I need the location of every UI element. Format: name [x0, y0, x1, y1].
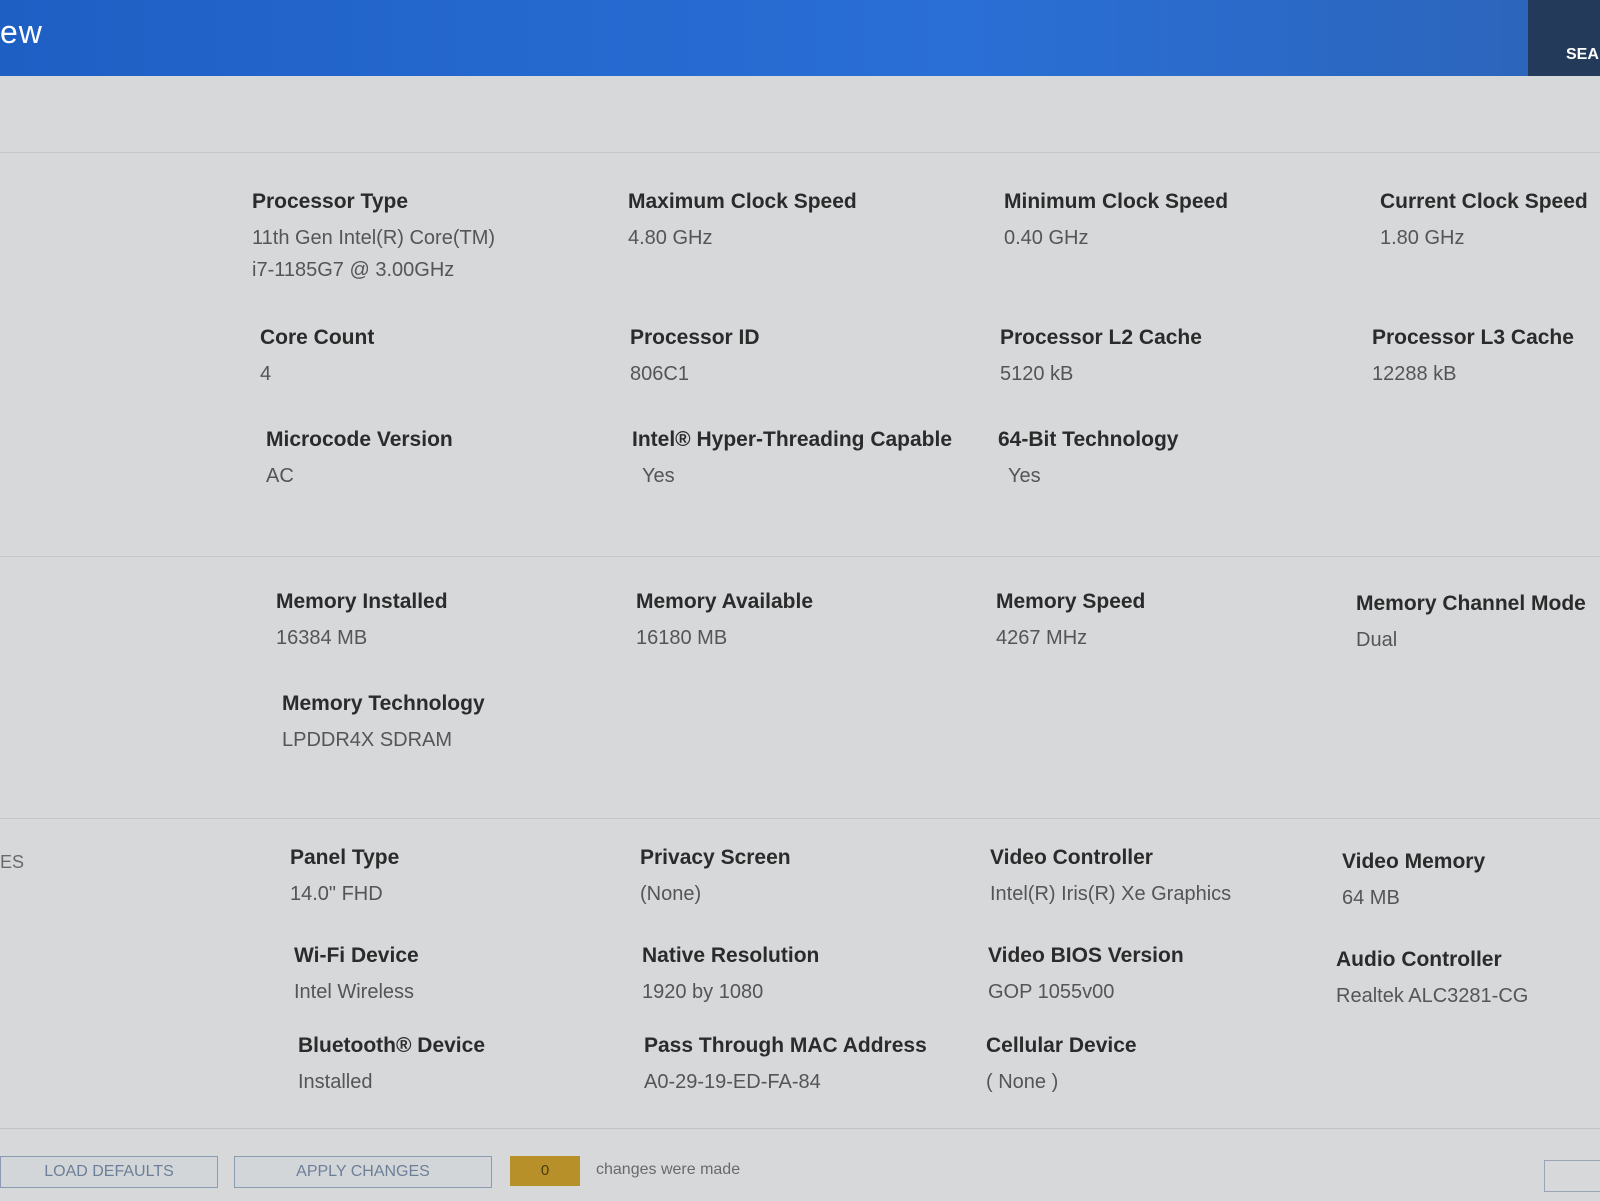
- processor-type-line2: i7-1185G7 @ 3.00GHz: [252, 259, 455, 281]
- l3-cache-value: 12288 kB: [1372, 363, 1457, 385]
- 64bit-label: 64-Bit Technology: [998, 428, 1179, 451]
- video-bios-label: Video BIOS Version: [988, 944, 1184, 967]
- memory-speed-label: Memory Speed: [996, 590, 1146, 613]
- privacy-screen: Privacy Screen (None): [640, 846, 791, 910]
- core-count-value: 4: [260, 363, 272, 385]
- processor-id: Processor ID 806C1: [630, 326, 760, 390]
- display-section-label: ES: [0, 852, 25, 872]
- hyper-threading-label: Intel® Hyper-Threading Capable: [632, 428, 953, 451]
- cur-clock-label: Current Clock Speed: [1380, 190, 1588, 213]
- apply-changes-button[interactable]: APPLY CHANGES: [234, 1156, 492, 1188]
- l2-cache-label: Processor L2 Cache: [1000, 326, 1202, 349]
- video-memory-label: Video Memory: [1342, 850, 1486, 873]
- video-bios-version: Video BIOS Version GOP 1055v00: [988, 944, 1184, 1008]
- native-resolution-value: 1920 by 1080: [642, 981, 764, 1003]
- processor-id-value: 806C1: [630, 363, 689, 385]
- memory-speed: Memory Speed 4267 MHz: [996, 590, 1145, 654]
- pass-through-mac-label: Pass Through MAC Address: [644, 1034, 927, 1057]
- max-clock-value: 4.80 GHz: [628, 227, 713, 249]
- native-resolution: Native Resolution 1920 by 1080: [642, 944, 819, 1008]
- memory-technology-value: LPDDR4X SDRAM: [282, 729, 453, 751]
- wifi-device-label: Wi-Fi Device: [294, 944, 419, 967]
- footer-action-button[interactable]: [1544, 1160, 1600, 1192]
- audio-controller: Audio Controller Realtek ALC3281-CG: [1336, 948, 1528, 1012]
- privacy-screen-value: (None): [640, 883, 702, 905]
- panel-type-label: Panel Type: [290, 846, 400, 869]
- wifi-device-value: Intel Wireless: [294, 981, 415, 1003]
- min-clock-label: Minimum Clock Speed: [1004, 190, 1229, 213]
- processor-id-label: Processor ID: [630, 326, 760, 349]
- bluetooth-device-label: Bluetooth® Device: [298, 1034, 486, 1057]
- core-count-label: Core Count: [260, 326, 375, 349]
- video-controller-value: Intel(R) Iris(R) Xe Graphics: [990, 883, 1232, 905]
- wifi-device: Wi-Fi Device Intel Wireless: [294, 944, 419, 1008]
- changes-status-text: changes were made: [596, 1161, 741, 1178]
- cur-clock-value: 1.80 GHz: [1380, 227, 1465, 249]
- video-controller: Video Controller Intel(R) Iris(R) Xe Gra…: [990, 846, 1231, 910]
- l3-cache: Processor L3 Cache 12288 kB: [1372, 326, 1574, 390]
- hyper-threading-value: Yes: [642, 465, 675, 487]
- max-clock-label: Maximum Clock Speed: [628, 190, 857, 213]
- current-clock-speed: Current Clock Speed 1.80 GHz: [1380, 190, 1588, 254]
- cellular-device-value: ( None ): [986, 1071, 1059, 1093]
- pass-through-mac: Pass Through MAC Address A0-29-19-ED-FA-…: [644, 1034, 927, 1098]
- audio-controller-value: Realtek ALC3281-CG: [1336, 985, 1529, 1007]
- change-count-badge: 0: [510, 1156, 580, 1186]
- memory-technology: Memory Technology LPDDR4X SDRAM: [282, 692, 485, 756]
- max-clock-speed: Maximum Clock Speed 4.80 GHz: [628, 190, 857, 254]
- cellular-device: Cellular Device ( None ): [986, 1034, 1137, 1098]
- pass-through-mac-value: A0-29-19-ED-FA-84: [644, 1071, 821, 1093]
- audio-controller-label: Audio Controller: [1336, 948, 1502, 971]
- native-resolution-label: Native Resolution: [642, 944, 820, 967]
- search-button[interactable]: SEA: [1528, 0, 1600, 76]
- 64bit-technology: 64-Bit Technology Yes: [998, 428, 1178, 492]
- search-label: SEA: [1566, 46, 1599, 63]
- bluetooth-device: Bluetooth® Device Installed: [298, 1034, 485, 1098]
- header-bar: ew SEA: [0, 0, 1600, 76]
- cellular-device-label: Cellular Device: [986, 1034, 1137, 1057]
- processor-type-value: 11th Gen Intel(R) Core(TM) i7-1185G7 @ 3…: [252, 222, 495, 286]
- l2-cache-value: 5120 kB: [1000, 363, 1074, 385]
- memory-channel-label: Memory Channel Mode: [1356, 592, 1586, 615]
- 64bit-value: Yes: [1008, 465, 1041, 487]
- memory-technology-label: Memory Technology: [282, 692, 485, 715]
- memory-speed-value: 4267 MHz: [996, 627, 1088, 649]
- memory-installed-label: Memory Installed: [276, 590, 448, 613]
- section-divider: [0, 152, 1600, 153]
- processor-type-line1: 11th Gen Intel(R) Core(TM): [252, 227, 496, 249]
- section-divider: [0, 818, 1600, 819]
- min-clock-speed: Minimum Clock Speed 0.40 GHz: [1004, 190, 1228, 254]
- memory-available: Memory Available 16180 MB: [636, 590, 813, 654]
- panel-type: Panel Type 14.0" FHD: [290, 846, 399, 910]
- l2-cache: Processor L2 Cache 5120 kB: [1000, 326, 1202, 390]
- min-clock-value: 0.40 GHz: [1004, 227, 1089, 249]
- load-defaults-button[interactable]: LOAD DEFAULTS: [0, 1156, 218, 1188]
- memory-available-label: Memory Available: [636, 590, 814, 613]
- panel-type-value: 14.0" FHD: [290, 883, 383, 905]
- microcode-label: Microcode Version: [266, 428, 453, 451]
- memory-channel-mode: Memory Channel Mode Dual: [1356, 592, 1586, 656]
- page-title: ew: [0, 14, 43, 50]
- memory-available-value: 16180 MB: [636, 627, 728, 649]
- video-memory-value: 64 MB: [1342, 887, 1400, 909]
- memory-installed-value: 16384 MB: [276, 627, 368, 649]
- l3-cache-label: Processor L3 Cache: [1372, 326, 1574, 349]
- microcode-version: Microcode Version AC: [266, 428, 453, 492]
- core-count: Core Count 4: [260, 326, 374, 390]
- processor-type-label: Processor Type: [252, 190, 409, 213]
- video-controller-label: Video Controller: [990, 846, 1153, 869]
- video-memory: Video Memory 64 MB: [1342, 850, 1485, 914]
- microcode-value: AC: [266, 465, 294, 487]
- processor-type: Processor Type 11th Gen Intel(R) Core(TM…: [252, 190, 495, 286]
- memory-channel-value: Dual: [1356, 629, 1398, 651]
- section-divider: [0, 556, 1600, 557]
- memory-installed: Memory Installed 16384 MB: [276, 590, 448, 654]
- video-bios-value: GOP 1055v00: [988, 981, 1115, 1003]
- privacy-screen-label: Privacy Screen: [640, 846, 791, 869]
- hyper-threading: Intel® Hyper-Threading Capable Yes: [632, 428, 952, 492]
- bluetooth-device-value: Installed: [298, 1071, 373, 1093]
